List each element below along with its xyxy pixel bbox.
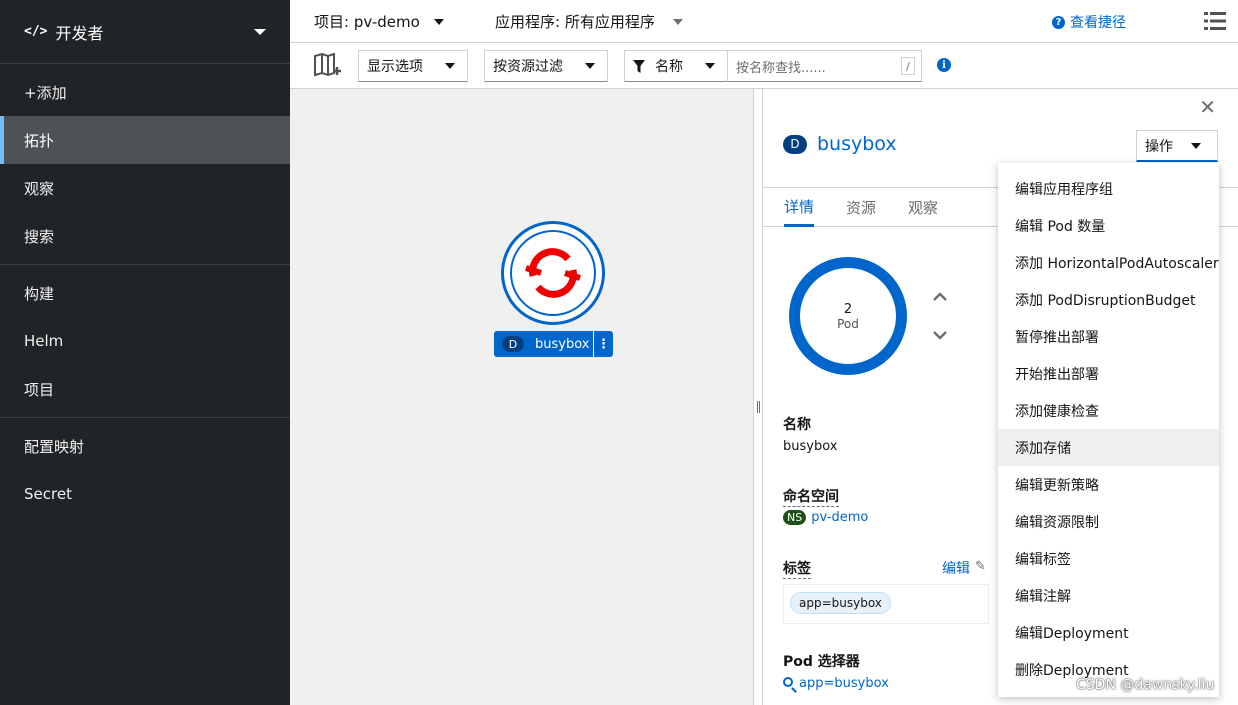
menu-item-add-storage[interactable]: 添加存储	[998, 429, 1219, 466]
actions-menu: 编辑应用程序组 编辑 Pod 数量 添加 HorizontalPodAutosc…	[998, 163, 1219, 697]
pod-selector-label: Pod 选择器	[783, 654, 860, 670]
caret-down-icon	[254, 28, 266, 35]
quick-search-book-icon[interactable]	[313, 53, 343, 79]
menu-item-start-rollout[interactable]: 开始推出部署	[998, 355, 1219, 392]
nav-item-project[interactable]: 项目	[0, 365, 290, 413]
menu-item-add-pdb[interactable]: 添加 PodDisruptionBudget	[998, 281, 1219, 318]
nav-group-1: +添加 拓扑 观察 搜索	[0, 64, 290, 265]
pod-count: 2	[843, 301, 853, 317]
pod-selector-row: app=busybox	[783, 676, 889, 691]
name-filter-label: 名称	[655, 59, 683, 75]
watermark: CSDN @dawnsky.liu	[1076, 677, 1215, 693]
resource-title: D busybox	[783, 133, 897, 155]
nav-item-builds[interactable]: 构建	[0, 269, 290, 317]
menu-item-edit-pod-count[interactable]: 编辑 Pod 数量	[998, 207, 1219, 244]
openshift-logo-icon	[525, 248, 581, 298]
workload-node-inner	[510, 230, 596, 316]
labels-label: 标签	[783, 558, 811, 579]
labels-box: app=busybox	[783, 584, 989, 624]
pod-unit: Pod	[837, 316, 859, 331]
tab-observe[interactable]: 观察	[908, 188, 938, 227]
nav-group-2: 构建 Helm 项目	[0, 265, 290, 418]
caret-down-icon	[433, 18, 444, 25]
caret-down-icon	[445, 63, 455, 69]
application-label: 应用程序: 所有应用程序	[495, 13, 655, 31]
menu-item-edit-annotations[interactable]: 编辑注解	[998, 577, 1219, 614]
namespace-link[interactable]: pv-demo	[811, 510, 868, 525]
tab-details[interactable]: 详情	[784, 188, 815, 227]
info-circle-icon[interactable]: i	[937, 58, 951, 72]
search-placeholder: 按名称查找......	[736, 60, 826, 76]
deployment-badge: D	[502, 336, 524, 352]
nav-group-3: 配置映射 Secret	[0, 418, 290, 522]
project-dropdown[interactable]: 项目: pv-demo	[314, 11, 444, 32]
close-icon[interactable]: ✕	[1199, 95, 1216, 119]
pod-selector-link[interactable]: app=busybox	[799, 676, 889, 691]
application-dropdown[interactable]: 应用程序: 所有应用程序	[495, 11, 683, 32]
nav-item-observe[interactable]: 观察	[0, 164, 290, 212]
namespace-label: 命名空间	[783, 486, 839, 507]
perspective-label: 开发者	[55, 23, 104, 43]
sidebar: </> 开发者 +添加 拓扑 观察 搜索 构建 Helm 项目 配置映射 Sec…	[0, 0, 290, 705]
scale-up-icon[interactable]	[933, 292, 947, 302]
search-shortcut-hint: /	[901, 57, 915, 75]
pod-count-donut: 2 Pod	[789, 257, 907, 375]
actions-label: 操作	[1145, 138, 1173, 155]
list-view-icon[interactable]	[1204, 12, 1226, 30]
code-icon: </>	[24, 24, 48, 39]
caret-down-icon	[1191, 142, 1201, 149]
caret-down-icon	[705, 63, 715, 69]
project-label: 项目: pv-demo	[314, 13, 420, 31]
name-filter-select[interactable]: 名称	[624, 50, 728, 82]
label-chip[interactable]: app=busybox	[790, 592, 891, 614]
topology-canvas[interactable]: D busybox ⋮	[290, 89, 753, 705]
menu-item-pause-rollout[interactable]: 暂停推出部署	[998, 318, 1219, 355]
scale-down-icon[interactable]	[933, 330, 947, 340]
topbar: 项目: pv-demo 应用程序: 所有应用程序 ? 查看捷径	[290, 0, 1238, 43]
workload-node-label[interactable]: D busybox ⋮	[494, 331, 613, 357]
nav-item-topology[interactable]: 拓扑	[0, 116, 290, 164]
menu-item-edit-labels[interactable]: 编辑标签	[998, 540, 1219, 577]
menu-item-edit-resource-limits[interactable]: 编辑资源限制	[998, 503, 1219, 540]
resource-filter-label: 按资源过滤	[493, 59, 563, 75]
namespace-badge: NS	[783, 510, 807, 525]
nav-item-helm[interactable]: Helm	[0, 317, 290, 365]
menu-item-edit-app-group[interactable]: 编辑应用程序组	[998, 170, 1219, 207]
nav-item-secrets[interactable]: Secret	[0, 470, 290, 518]
panel-resize-handle[interactable]	[753, 89, 763, 705]
menu-item-edit-deployment[interactable]: 编辑Deployment	[998, 614, 1219, 651]
edit-labels-link[interactable]: 编辑	[942, 558, 970, 578]
display-options-label: 显示选项	[367, 59, 423, 75]
menu-item-edit-update-strategy[interactable]: 编辑更新策略	[998, 466, 1219, 503]
filter-toolbar: 显示选项 按资源过滤 名称 按名称查找...... / i	[290, 43, 1238, 89]
caret-down-icon	[585, 63, 595, 69]
view-shortcuts-label: 查看捷径	[1070, 15, 1126, 31]
workload-node-name: busybox	[535, 336, 590, 352]
menu-item-add-hpa[interactable]: 添加 HorizontalPodAutoscaler	[998, 244, 1219, 281]
view-shortcuts-link[interactable]: ? 查看捷径	[1052, 12, 1126, 32]
resize-grip-icon	[757, 401, 760, 413]
filter-icon	[633, 59, 645, 73]
search-input[interactable]: 按名称查找...... /	[728, 50, 922, 82]
perspective-switcher[interactable]: </> 开发者	[0, 0, 290, 64]
resource-filter-select[interactable]: 按资源过滤	[484, 50, 608, 82]
deployment-badge: D	[783, 134, 807, 154]
search-icon	[783, 677, 793, 687]
workload-node[interactable]	[501, 221, 605, 325]
namespace-value-row: NS pv-demo	[783, 510, 868, 525]
nav-item-add[interactable]: +添加	[0, 68, 290, 116]
tab-resources[interactable]: 资源	[846, 188, 876, 227]
kebab-menu-icon[interactable]: ⋮	[593, 331, 613, 357]
menu-item-add-health-checks[interactable]: 添加健康检查	[998, 392, 1219, 429]
name-value: busybox	[783, 439, 838, 454]
display-options-select[interactable]: 显示选项	[358, 50, 468, 82]
caret-down-icon	[672, 18, 683, 25]
name-label: 名称	[783, 417, 811, 433]
resource-name-link[interactable]: busybox	[817, 133, 897, 155]
pencil-icon[interactable]: ✎	[975, 559, 986, 574]
actions-dropdown-button[interactable]: 操作	[1136, 130, 1218, 162]
question-circle-icon: ?	[1052, 15, 1065, 29]
nav-item-configmaps[interactable]: 配置映射	[0, 422, 290, 470]
nav-item-search[interactable]: 搜索	[0, 212, 290, 260]
